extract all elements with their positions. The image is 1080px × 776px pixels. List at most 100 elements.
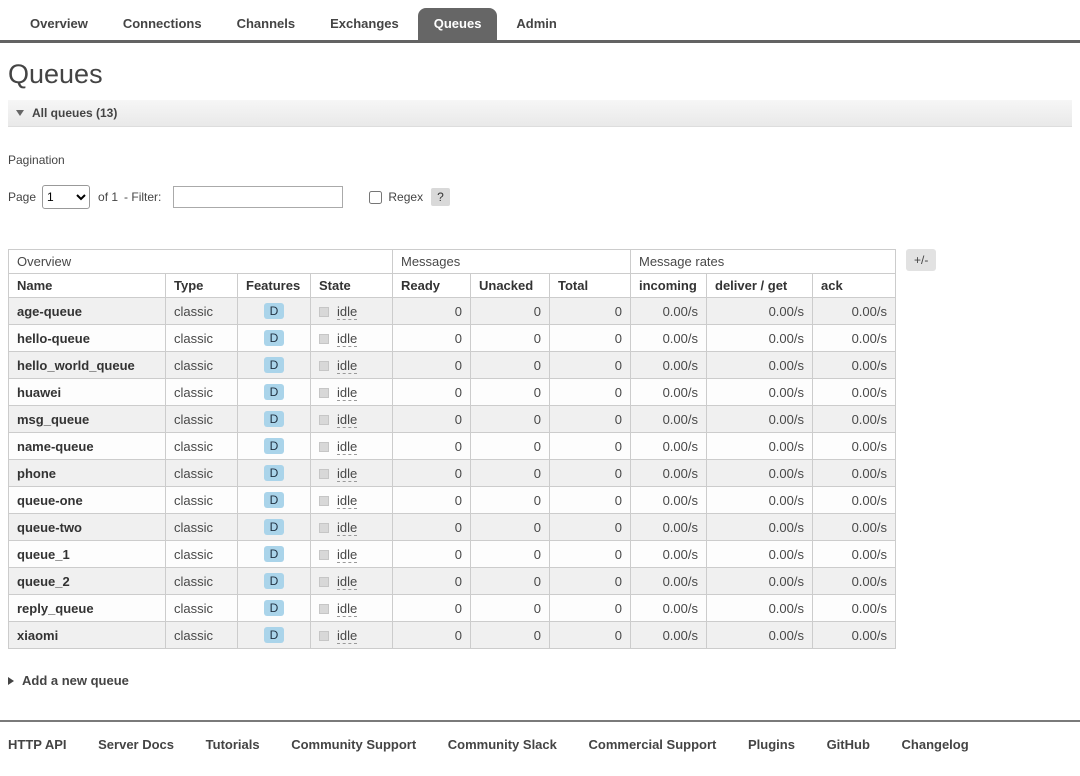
- queue-name-link[interactable]: age-queue: [17, 304, 82, 319]
- durable-feature-badge: D: [263, 465, 285, 481]
- total-value: 0: [549, 351, 631, 379]
- unacked-value: 0: [470, 324, 550, 352]
- col-type[interactable]: Type: [165, 273, 238, 298]
- durable-feature-badge: D: [263, 627, 285, 643]
- table-group-header-row: Overview Messages Message rates: [8, 249, 896, 274]
- ack-rate: 0.00/s: [812, 405, 896, 433]
- queue-name-link[interactable]: msg_queue: [17, 412, 89, 427]
- tab-channels[interactable]: Channels: [221, 8, 312, 40]
- queue-type: classic: [165, 513, 238, 541]
- col-deliver-get[interactable]: deliver / get: [706, 273, 813, 298]
- state-indicator-icon: [319, 630, 329, 641]
- incoming-rate: 0.00/s: [630, 621, 707, 649]
- col-incoming[interactable]: incoming: [630, 273, 707, 298]
- ack-rate: 0.00/s: [812, 594, 896, 622]
- queue-type: classic: [165, 324, 238, 352]
- deliver-rate: 0.00/s: [706, 351, 813, 379]
- col-state[interactable]: State: [310, 273, 393, 298]
- table-row: name-queue classic D idle 0 0 0 0.00/s 0…: [8, 432, 896, 460]
- ack-rate: 0.00/s: [812, 513, 896, 541]
- queue-name-link[interactable]: hello-queue: [17, 331, 90, 346]
- columns-toggle-button[interactable]: +/-: [906, 249, 937, 271]
- all-queues-section-toggle[interactable]: All queues (13): [8, 100, 1072, 127]
- queue-name-link[interactable]: hello_world_queue: [17, 358, 135, 373]
- col-features[interactable]: Features: [237, 273, 311, 298]
- page-label: Page: [8, 190, 37, 204]
- add-queue-toggle[interactable]: Add a new queue: [8, 673, 1072, 688]
- regex-label: Regex: [388, 190, 424, 204]
- queue-type: classic: [165, 459, 238, 487]
- incoming-rate: 0.00/s: [630, 459, 707, 487]
- state-label: idle: [337, 492, 358, 509]
- queue-name-link[interactable]: queue_2: [17, 574, 70, 589]
- total-value: 0: [549, 297, 631, 325]
- total-value: 0: [549, 324, 631, 352]
- tab-overview[interactable]: Overview: [14, 8, 104, 40]
- state-indicator-icon: [319, 360, 329, 371]
- queue-name-link[interactable]: phone: [17, 466, 56, 481]
- table-row: hello_world_queue classic D idle 0 0 0 0…: [8, 351, 896, 379]
- queue-type: classic: [165, 378, 238, 406]
- state-indicator-icon: [319, 387, 329, 398]
- page-select[interactable]: 1: [42, 185, 91, 209]
- incoming-rate: 0.00/s: [630, 594, 707, 622]
- unacked-value: 0: [470, 567, 550, 595]
- tab-queues[interactable]: Queues: [417, 8, 498, 40]
- footer-links: HTTP API Server Docs Tutorials Community…: [0, 720, 1080, 766]
- durable-feature-badge: D: [263, 357, 285, 373]
- incoming-rate: 0.00/s: [630, 378, 707, 406]
- durable-feature-badge: D: [263, 384, 285, 400]
- state-indicator-icon: [319, 522, 329, 533]
- queue-type: classic: [165, 297, 238, 325]
- tab-admin[interactable]: Admin: [500, 8, 572, 40]
- unacked-value: 0: [470, 432, 550, 460]
- footer-link-tutorials[interactable]: Tutorials: [206, 737, 260, 752]
- total-value: 0: [549, 594, 631, 622]
- state-label: idle: [337, 465, 358, 482]
- col-unacked[interactable]: Unacked: [470, 273, 550, 298]
- footer-link-community-support[interactable]: Community Support: [291, 737, 416, 752]
- unacked-value: 0: [470, 486, 550, 514]
- deliver-rate: 0.00/s: [706, 594, 813, 622]
- queue-name-link[interactable]: queue-one: [17, 493, 83, 508]
- queue-name-link[interactable]: queue_1: [17, 547, 70, 562]
- unacked-value: 0: [470, 513, 550, 541]
- durable-feature-badge: D: [263, 411, 285, 427]
- footer-link-http-api[interactable]: HTTP API: [8, 737, 67, 752]
- queue-name-link[interactable]: huawei: [17, 385, 61, 400]
- deliver-rate: 0.00/s: [706, 324, 813, 352]
- state-indicator-icon: [319, 414, 329, 425]
- state-label: idle: [337, 519, 358, 536]
- queue-name-link[interactable]: xiaomi: [17, 628, 58, 643]
- col-ack[interactable]: ack: [812, 273, 896, 298]
- state-indicator-icon: [319, 576, 329, 587]
- footer-link-plugins[interactable]: Plugins: [748, 737, 795, 752]
- footer-link-commercial-support[interactable]: Commercial Support: [589, 737, 717, 752]
- tab-exchanges[interactable]: Exchanges: [314, 8, 415, 40]
- filter-input[interactable]: [173, 186, 344, 208]
- ack-rate: 0.00/s: [812, 540, 896, 568]
- ack-rate: 0.00/s: [812, 324, 896, 352]
- queue-name-link[interactable]: name-queue: [17, 439, 94, 454]
- state-label: idle: [337, 573, 358, 590]
- durable-feature-badge: D: [263, 492, 285, 508]
- footer-link-community-slack[interactable]: Community Slack: [448, 737, 557, 752]
- group-overview: Overview: [8, 249, 393, 274]
- footer-link-changelog[interactable]: Changelog: [902, 737, 969, 752]
- regex-checkbox[interactable]: [369, 190, 383, 204]
- unacked-value: 0: [470, 378, 550, 406]
- queue-name-link[interactable]: reply_queue: [17, 601, 94, 616]
- ready-value: 0: [392, 297, 471, 325]
- queue-type: classic: [165, 405, 238, 433]
- col-ready[interactable]: Ready: [392, 273, 471, 298]
- main-content: Queues All queues (13) Pagination Page 1…: [0, 59, 1080, 688]
- help-icon[interactable]: ?: [431, 188, 450, 206]
- col-total[interactable]: Total: [549, 273, 631, 298]
- col-name[interactable]: Name: [8, 273, 166, 298]
- queue-name-link[interactable]: queue-two: [17, 520, 82, 535]
- tab-connections[interactable]: Connections: [107, 8, 218, 40]
- footer-link-github[interactable]: GitHub: [827, 737, 870, 752]
- ready-value: 0: [392, 513, 471, 541]
- incoming-rate: 0.00/s: [630, 540, 707, 568]
- footer-link-server-docs[interactable]: Server Docs: [98, 737, 174, 752]
